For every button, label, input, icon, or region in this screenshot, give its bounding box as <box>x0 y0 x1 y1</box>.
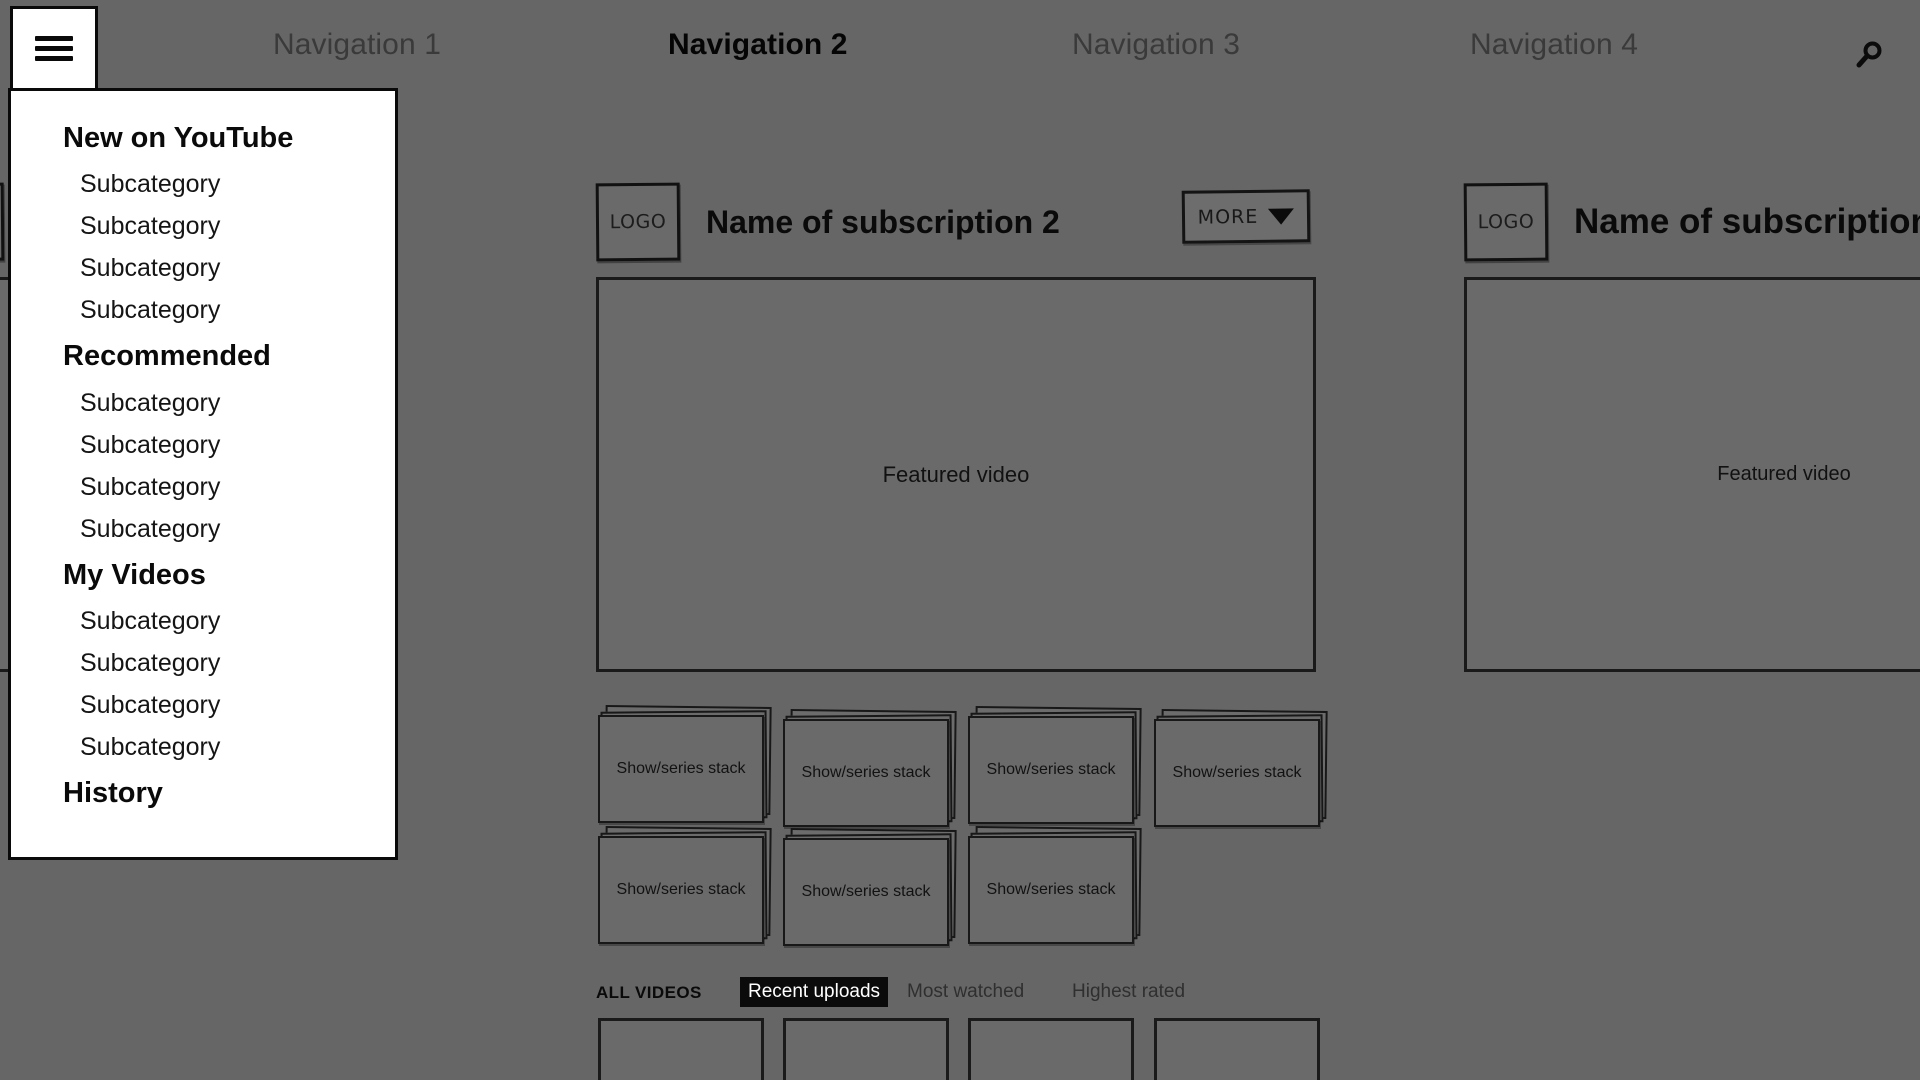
stack-label: Show/series stack <box>1172 764 1302 781</box>
menu-item-subcategory[interactable]: Subcategory <box>11 289 395 331</box>
menu-item-subcategory[interactable]: Subcategory <box>11 642 395 684</box>
menu-item-subcategory[interactable]: Subcategory <box>11 382 395 424</box>
subscription-1-logo: LOGO <box>0 182 5 262</box>
nav-item-navigation-3[interactable]: Navigation 3 <box>1072 28 1240 62</box>
stack-label: Show/series stack <box>801 764 931 781</box>
all-videos-label: ALL VIDEOS <box>596 983 702 1002</box>
navigation-dropdown-menu: New on YouTube Subcategory Subcategory S… <box>8 88 398 860</box>
filter-highest-rated[interactable]: Highest rated <box>1064 977 1193 1007</box>
subscription-2-logo: LOGO <box>595 182 681 262</box>
show-series-stack[interactable]: Show/series stack <box>598 825 772 944</box>
chevron-down-icon <box>1268 207 1295 225</box>
menu-heading-recommended: Recommended <box>63 340 271 373</box>
menu-item-subcategory[interactable]: Subcategory <box>11 600 395 642</box>
nav-item-navigation-2[interactable]: Navigation 2 <box>668 28 848 62</box>
show-series-stack[interactable]: Show/series stack <box>783 708 957 827</box>
menu-item-subcategory[interactable]: Subcategory <box>11 163 395 205</box>
menu-heading-new-on-youtube: New on YouTube <box>63 122 294 154</box>
search-icon[interactable] <box>1850 36 1888 74</box>
episode-card[interactable]: Episode <box>968 1018 1134 1080</box>
hamburger-bar <box>35 56 73 61</box>
show-series-stack[interactable]: Show/series stack <box>968 705 1142 824</box>
stack-label: Show/series stack <box>986 761 1116 778</box>
show-series-stack[interactable]: Show/series stack <box>968 825 1142 944</box>
subscription-2-more-button[interactable]: MORE <box>1181 189 1311 244</box>
menu-item-subcategory[interactable]: Subcategory <box>11 684 395 726</box>
menu-item-subcategory[interactable]: Subcategory <box>11 424 395 466</box>
stack-label: Show/series stack <box>986 881 1116 898</box>
nav-item-navigation-4[interactable]: Navigation 4 <box>1470 28 1638 62</box>
hamburger-menu-icon[interactable] <box>10 6 98 88</box>
hamburger-bars <box>35 31 73 66</box>
show-series-stack[interactable]: Show/series stack <box>598 704 772 823</box>
show-series-stack[interactable]: Show/series stack <box>1154 708 1328 827</box>
episode-card[interactable]: Episode <box>783 1018 949 1080</box>
subscription-3-title: Name of subscription 3 <box>1574 202 1920 241</box>
subscription-2-title: Name of subscription 2 <box>706 203 1060 240</box>
episode-card[interactable]: Episode <box>598 1018 764 1080</box>
nav-item-navigation-1[interactable]: Navigation 1 <box>273 28 441 62</box>
stack-label: Show/series stack <box>616 760 746 777</box>
stack-label: Show/series stack <box>801 883 931 900</box>
subscription-2-header: LOGO Name of subscription 2 <box>595 178 1060 266</box>
subscription-3-header: LOGO Name of subscription 3 <box>1463 178 1920 266</box>
episode-card[interactable]: Episode <box>1154 1018 1320 1080</box>
hamburger-bar <box>35 36 73 41</box>
menu-item-subcategory[interactable]: Subcategory <box>11 247 395 289</box>
filter-recent-uploads[interactable]: Recent uploads <box>740 977 889 1007</box>
subscription-3-featured-video[interactable]: Featured video <box>1464 277 1920 672</box>
more-button-label: MORE <box>1197 205 1259 229</box>
menu-item-subcategory[interactable]: Subcategory <box>11 466 395 508</box>
subscription-3-logo: LOGO <box>1463 182 1549 262</box>
wireframe-canvas: LOGO Name of subscription 1 Featured vid… <box>0 0 1920 1080</box>
hamburger-bar <box>35 46 73 51</box>
menu-heading-history[interactable]: History <box>11 768 395 818</box>
top-navigation-bar: Navigation 1 Navigation 2 Navigation 3 N… <box>0 0 1920 98</box>
menu-item-subcategory[interactable]: Subcategory <box>11 508 395 550</box>
stack-label: Show/series stack <box>616 881 746 898</box>
menu-heading-my-videos: My Videos <box>63 558 206 591</box>
menu-item-subcategory[interactable]: Subcategory <box>11 726 395 768</box>
subscription-2-featured-video[interactable]: Featured video <box>596 277 1316 672</box>
show-series-stack[interactable]: Show/series stack <box>783 827 957 946</box>
all-videos-filter-bar: ALL VIDEOS Recent uploads Most watched H… <box>596 977 1356 1017</box>
filter-most-watched[interactable]: Most watched <box>899 977 1032 1007</box>
menu-item-subcategory[interactable]: Subcategory <box>11 205 395 247</box>
